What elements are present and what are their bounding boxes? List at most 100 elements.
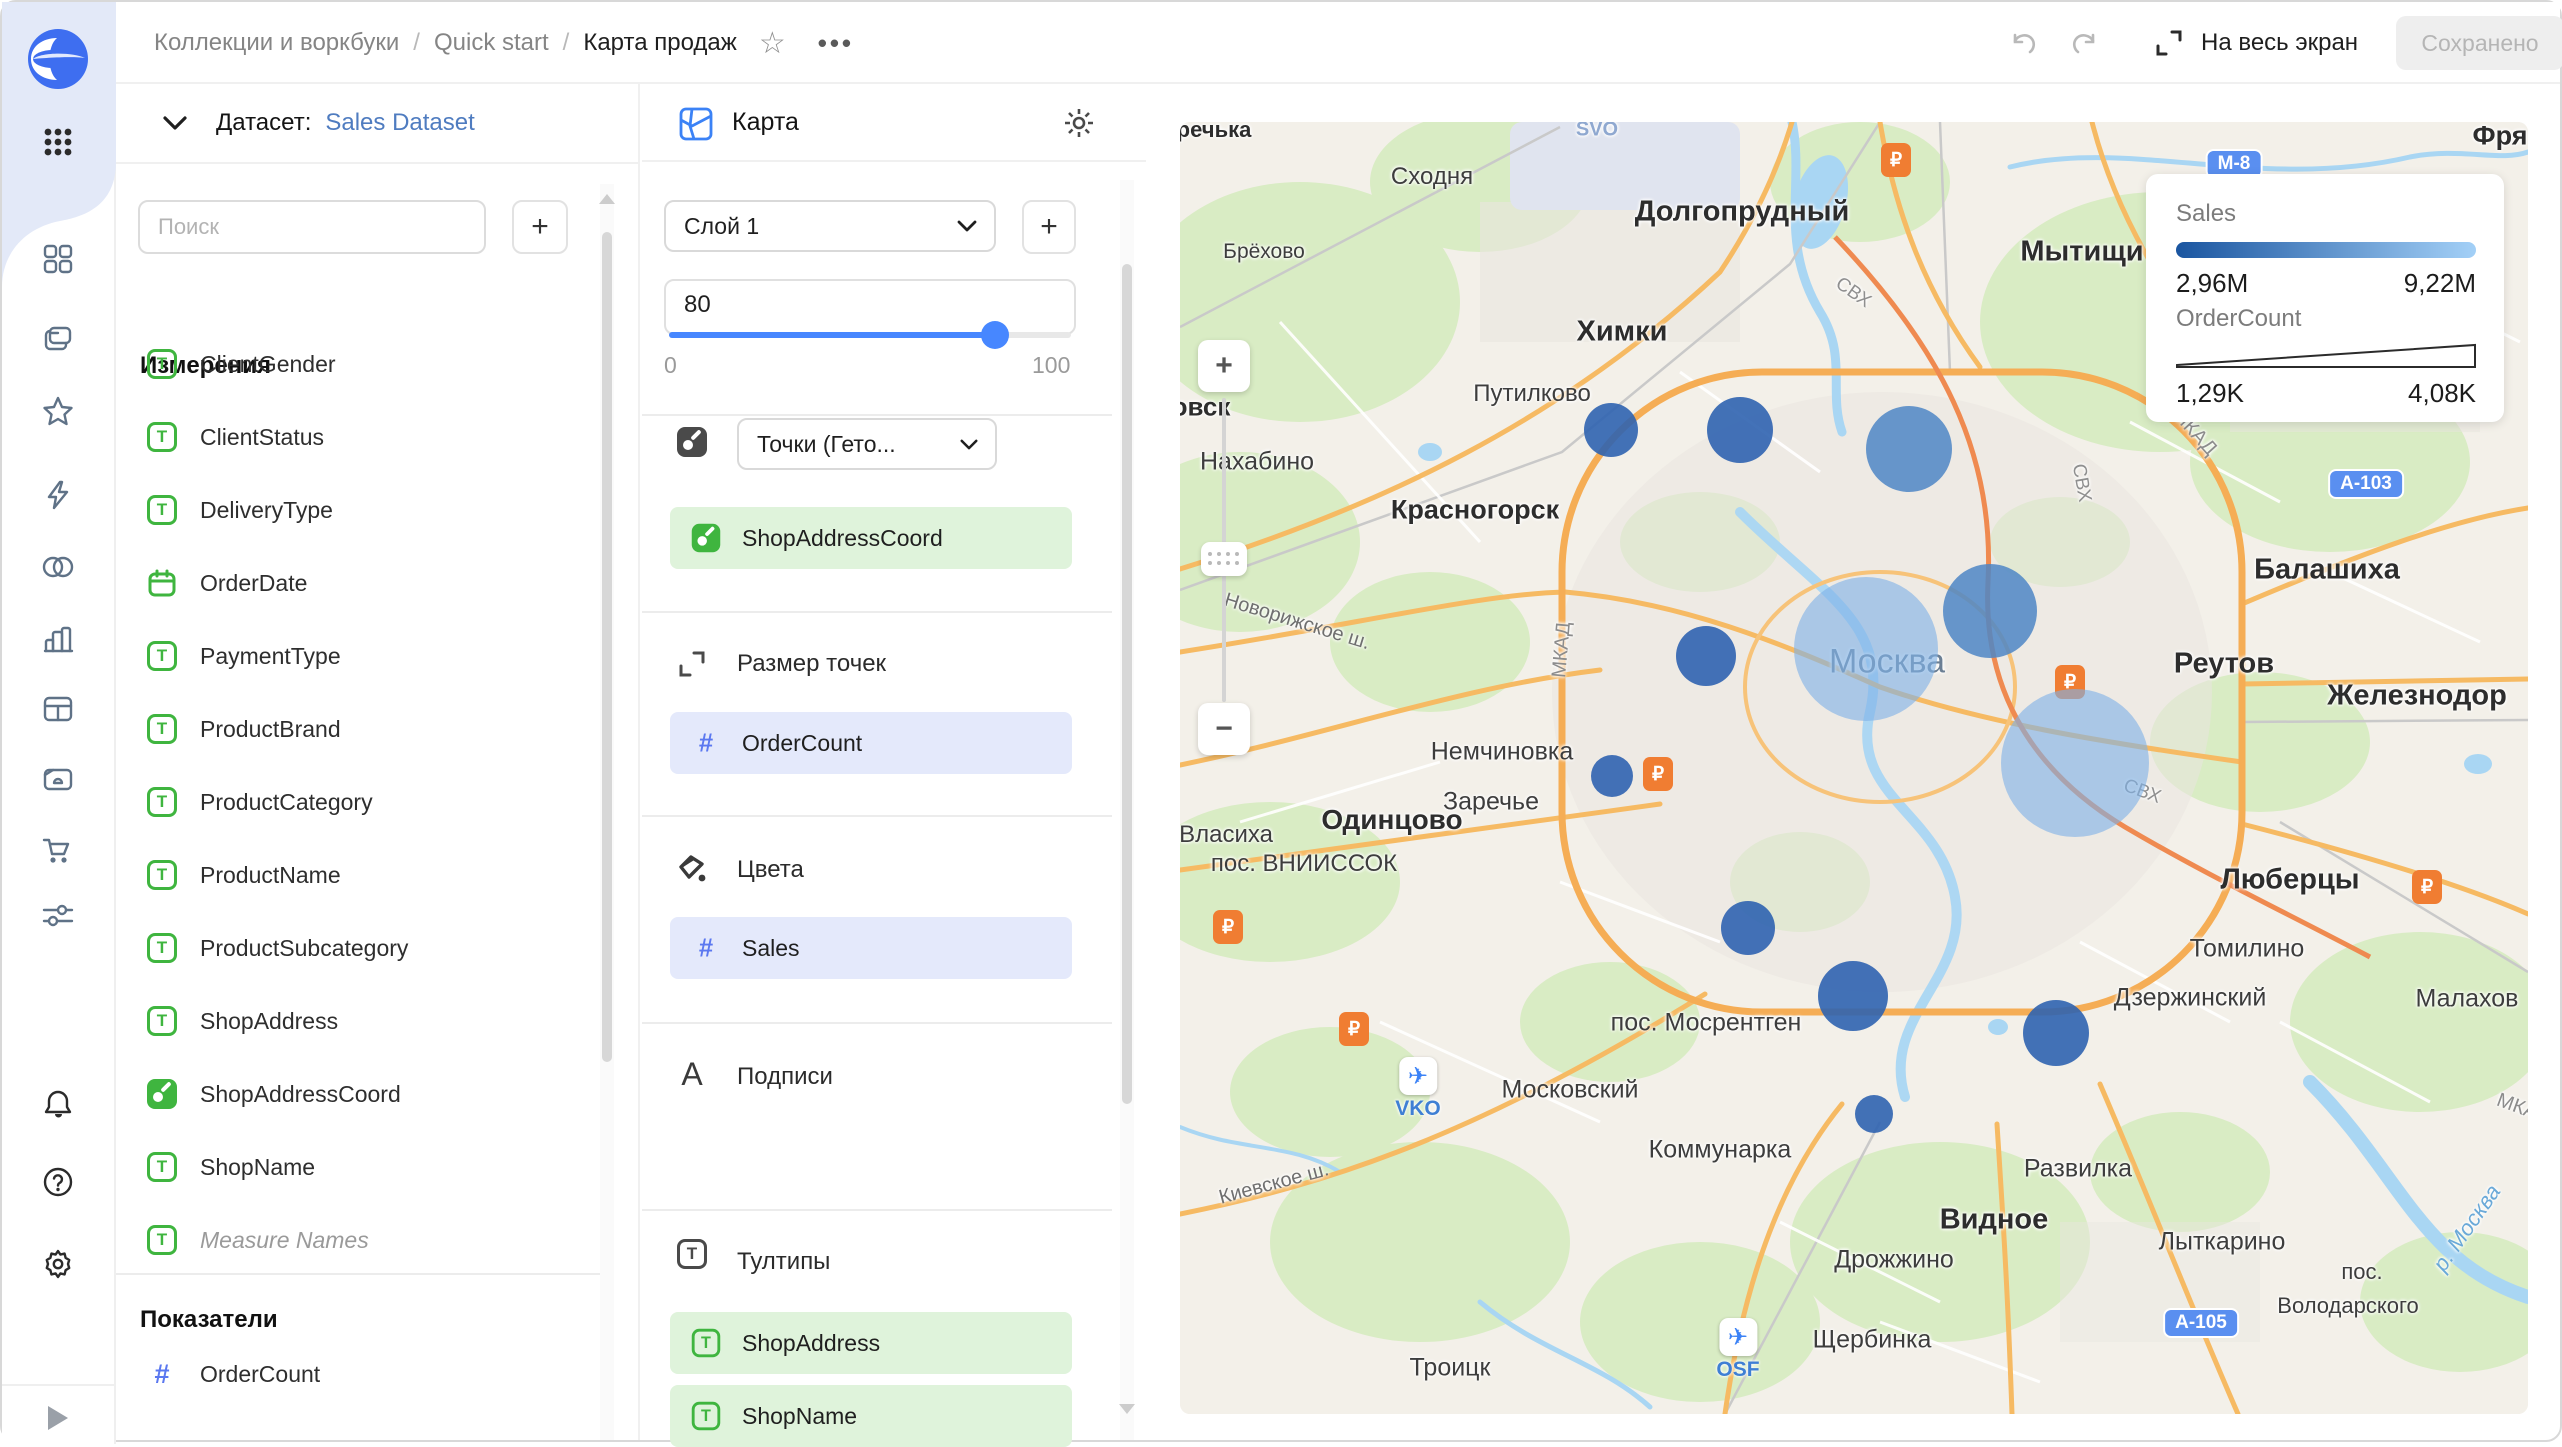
field-row[interactable]: ShopAddressCoord (116, 1062, 586, 1126)
divider (642, 1209, 1112, 1211)
map-bubble[interactable] (1855, 1095, 1893, 1133)
dataset-panel: Датасет: Sales Dataset + Измерения TClie… (116, 84, 640, 1440)
map-canvas[interactable]: речькаСходняБрёховоSVOДолгопрудныйМытищи… (1180, 122, 2528, 1414)
redo-icon[interactable] (2063, 21, 2107, 65)
help-icon[interactable] (38, 1162, 78, 1202)
chip-label: ShopName (742, 1403, 857, 1430)
map-bubble[interactable] (1818, 961, 1888, 1031)
field-row[interactable]: TShopName (116, 1135, 586, 1199)
map-place-label: SVO (1576, 122, 1618, 142)
zoom-out-button[interactable]: − (1198, 703, 1250, 755)
map-bubble[interactable] (1721, 901, 1775, 955)
datalens-logo[interactable] (27, 28, 89, 90)
field-name: ShopName (200, 1154, 315, 1181)
map-bubble[interactable] (2001, 689, 2149, 837)
field-row[interactable]: TProductSubcategory (116, 916, 586, 980)
legend-orders-max: 4,08K (2408, 378, 2476, 409)
chip-label: Sales (742, 935, 800, 962)
undo-icon[interactable] (2001, 21, 2045, 65)
topbar-actions: На весь экран (2001, 2, 2358, 84)
add-field-button[interactable]: + (512, 200, 568, 254)
grid-squares-icon[interactable] (38, 239, 78, 279)
field-row[interactable]: TProductBrand (116, 697, 586, 761)
geopoint-section-icon (674, 424, 710, 460)
left-sidebar (2, 2, 116, 1444)
zoom-slider-handle[interactable] (1201, 542, 1247, 576)
map-bubble[interactable] (1591, 755, 1633, 797)
circles-overlap-icon[interactable] (38, 547, 78, 587)
map-place-label: Балашиха (2254, 554, 2400, 587)
rail-station-icon: ₽ (1213, 910, 1243, 944)
point-size-field-chip[interactable]: # OrderCount (670, 712, 1072, 774)
divider (642, 815, 1112, 817)
bell-icon[interactable] (38, 1084, 78, 1124)
apps-grid-icon[interactable] (38, 122, 78, 162)
field-row[interactable]: #OrderCount (116, 1342, 586, 1406)
geotype-select[interactable]: Точки (Гето... (737, 418, 997, 470)
geopoints-field-chip[interactable]: ShopAddressCoord (670, 507, 1072, 569)
field-row[interactable]: TProductCategory (116, 770, 586, 834)
field-row[interactable]: OrderDate (116, 551, 586, 615)
tooltip-field-chip[interactable]: T ShopName (670, 1385, 1072, 1447)
field-name: OrderCount (200, 1361, 320, 1388)
field-row[interactable]: TClientStatus (116, 405, 586, 469)
map-bubble[interactable] (1794, 577, 1938, 721)
breadcrumb-workbook[interactable]: Quick start (434, 29, 549, 57)
gear-icon[interactable] (1062, 106, 1096, 145)
dataset-scrollbar[interactable] (600, 184, 614, 1440)
opacity-slider-knob[interactable] (981, 321, 1009, 349)
map-bubble[interactable] (1866, 406, 1952, 492)
field-name: ShopAddress (200, 1008, 338, 1035)
add-layer-button[interactable]: + (1022, 200, 1076, 254)
folder-cloud-icon[interactable] (38, 759, 78, 799)
bar-chart-icon[interactable] (38, 619, 78, 659)
star-icon[interactable] (38, 392, 78, 432)
map-bubble[interactable] (1584, 403, 1638, 457)
more-menu-icon[interactable]: ••• (818, 28, 854, 59)
field-name: Measure Names (200, 1227, 369, 1254)
chart-config-panel: Карта Слой 1 + 80 0 100 Точки (Гето... S… (642, 84, 1146, 1440)
field-name: ProductCategory (200, 789, 373, 816)
airport-code: VKO (1395, 1097, 1441, 1121)
chart-panel-scrollbar[interactable] (1120, 180, 1134, 1440)
opacity-slider[interactable] (669, 332, 1071, 338)
dataset-name-link[interactable]: Sales Dataset (325, 109, 474, 137)
tooltip-field-chip[interactable]: T ShopAddress (670, 1312, 1072, 1374)
lightning-icon[interactable] (38, 475, 78, 515)
geotype-select-value: Точки (Гето... (757, 431, 896, 458)
save-button[interactable]: Сохранено (2396, 16, 2562, 70)
plane-icon: ✈ (1399, 1057, 1437, 1095)
search-input[interactable] (138, 200, 486, 254)
map-place-label: Развилка (2024, 1155, 2132, 1184)
map-bubble[interactable] (1707, 397, 1773, 463)
favorite-star-icon[interactable]: ☆ (759, 26, 786, 61)
opacity-input[interactable]: 80 (664, 279, 1076, 335)
field-row[interactable]: TPaymentType (116, 624, 586, 688)
field-row[interactable]: TMeasure Names (116, 1208, 586, 1272)
fullscreen-icon[interactable] (2147, 21, 2191, 65)
field-row[interactable]: TProductName (116, 843, 586, 907)
settings-icon[interactable] (38, 1244, 78, 1284)
map-bubble[interactable] (1676, 626, 1736, 686)
chip-label: OrderCount (742, 730, 862, 757)
table-grid-icon[interactable] (38, 689, 78, 729)
sidebar-expand-icon[interactable] (48, 1406, 68, 1430)
map-place-label: МКАД (1548, 621, 1576, 679)
fullscreen-label[interactable]: На весь экран (2201, 29, 2358, 57)
map-place-label: Железнодор (2327, 680, 2507, 713)
field-row[interactable]: TDeliveryType (116, 478, 586, 542)
opacity-min: 0 (664, 352, 677, 379)
dataset-header[interactable]: Датасет: Sales Dataset (116, 84, 638, 164)
map-bubble[interactable] (1943, 564, 2037, 658)
collections-icon[interactable] (38, 319, 78, 359)
zoom-in-button[interactable]: + (1198, 340, 1250, 392)
colors-field-chip[interactable]: # Sales (670, 917, 1072, 979)
map-place-label: пос. Мосрентген (1611, 1009, 1802, 1038)
cart-icon[interactable] (38, 830, 78, 870)
layer-select[interactable]: Слой 1 (664, 200, 996, 252)
field-row[interactable]: TShopAddress (116, 989, 586, 1053)
field-row[interactable]: TClientGender (116, 332, 586, 396)
sliders-icon[interactable] (38, 895, 78, 935)
map-bubble[interactable] (2023, 1000, 2089, 1066)
breadcrumb-collections[interactable]: Коллекции и воркбуки (154, 29, 399, 57)
